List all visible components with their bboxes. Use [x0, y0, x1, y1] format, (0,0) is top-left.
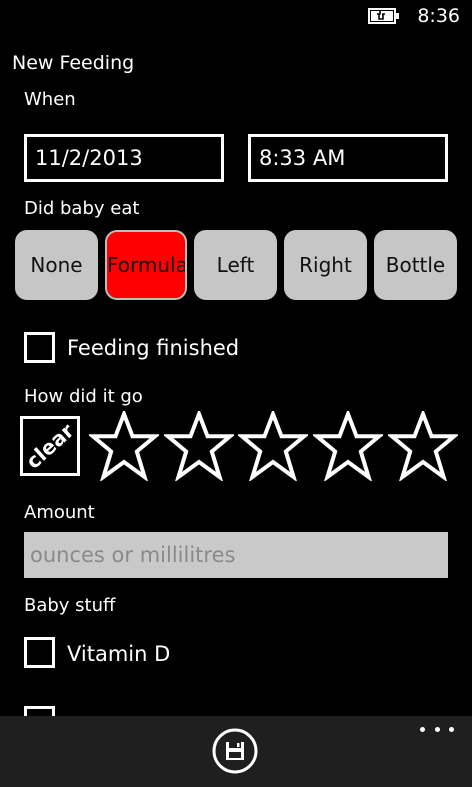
- more-dot: [449, 726, 454, 732]
- clear-rating-label: clear: [21, 418, 79, 474]
- time-picker[interactable]: 8:33 AM: [248, 134, 448, 182]
- star-icon[interactable]: [313, 411, 383, 481]
- type-button-none[interactable]: None: [15, 230, 98, 300]
- amount-label: Amount: [24, 502, 95, 523]
- star-icon[interactable]: [238, 411, 308, 481]
- date-picker[interactable]: 11/2/2013: [24, 134, 224, 182]
- clear-rating-button[interactable]: clear: [20, 416, 80, 476]
- when-label: When: [24, 89, 76, 110]
- vitamin-d-checkbox[interactable]: [24, 637, 55, 668]
- battery-charging-icon: [368, 8, 399, 24]
- page-title: New Feeding: [12, 52, 135, 74]
- more-dot: [434, 726, 440, 732]
- type-button-formula[interactable]: Formula: [105, 230, 187, 300]
- save-icon[interactable]: [212, 728, 258, 774]
- feeding-finished-label: Feeding finished: [67, 336, 240, 360]
- amount-input[interactable]: [24, 532, 448, 578]
- type-button-bottle[interactable]: Bottle: [374, 230, 457, 300]
- status-bar: 8:36: [0, 0, 472, 32]
- star-icon[interactable]: [164, 411, 234, 481]
- vitamin-d-label: Vitamin D: [67, 642, 171, 666]
- star-icon[interactable]: [388, 411, 458, 481]
- rating-label: How did it go: [24, 386, 143, 407]
- feeding-finished-checkbox[interactable]: [24, 332, 55, 363]
- type-button-left[interactable]: Left: [194, 230, 277, 300]
- type-button-right[interactable]: Right: [284, 230, 367, 300]
- star-icon[interactable]: [89, 411, 159, 481]
- did-eat-label: Did baby eat: [24, 198, 140, 219]
- more-icon[interactable]: [420, 720, 454, 738]
- more-dot: [420, 726, 425, 732]
- status-clock: 8:36: [417, 5, 460, 27]
- baby-stuff-label: Baby stuff: [24, 595, 116, 616]
